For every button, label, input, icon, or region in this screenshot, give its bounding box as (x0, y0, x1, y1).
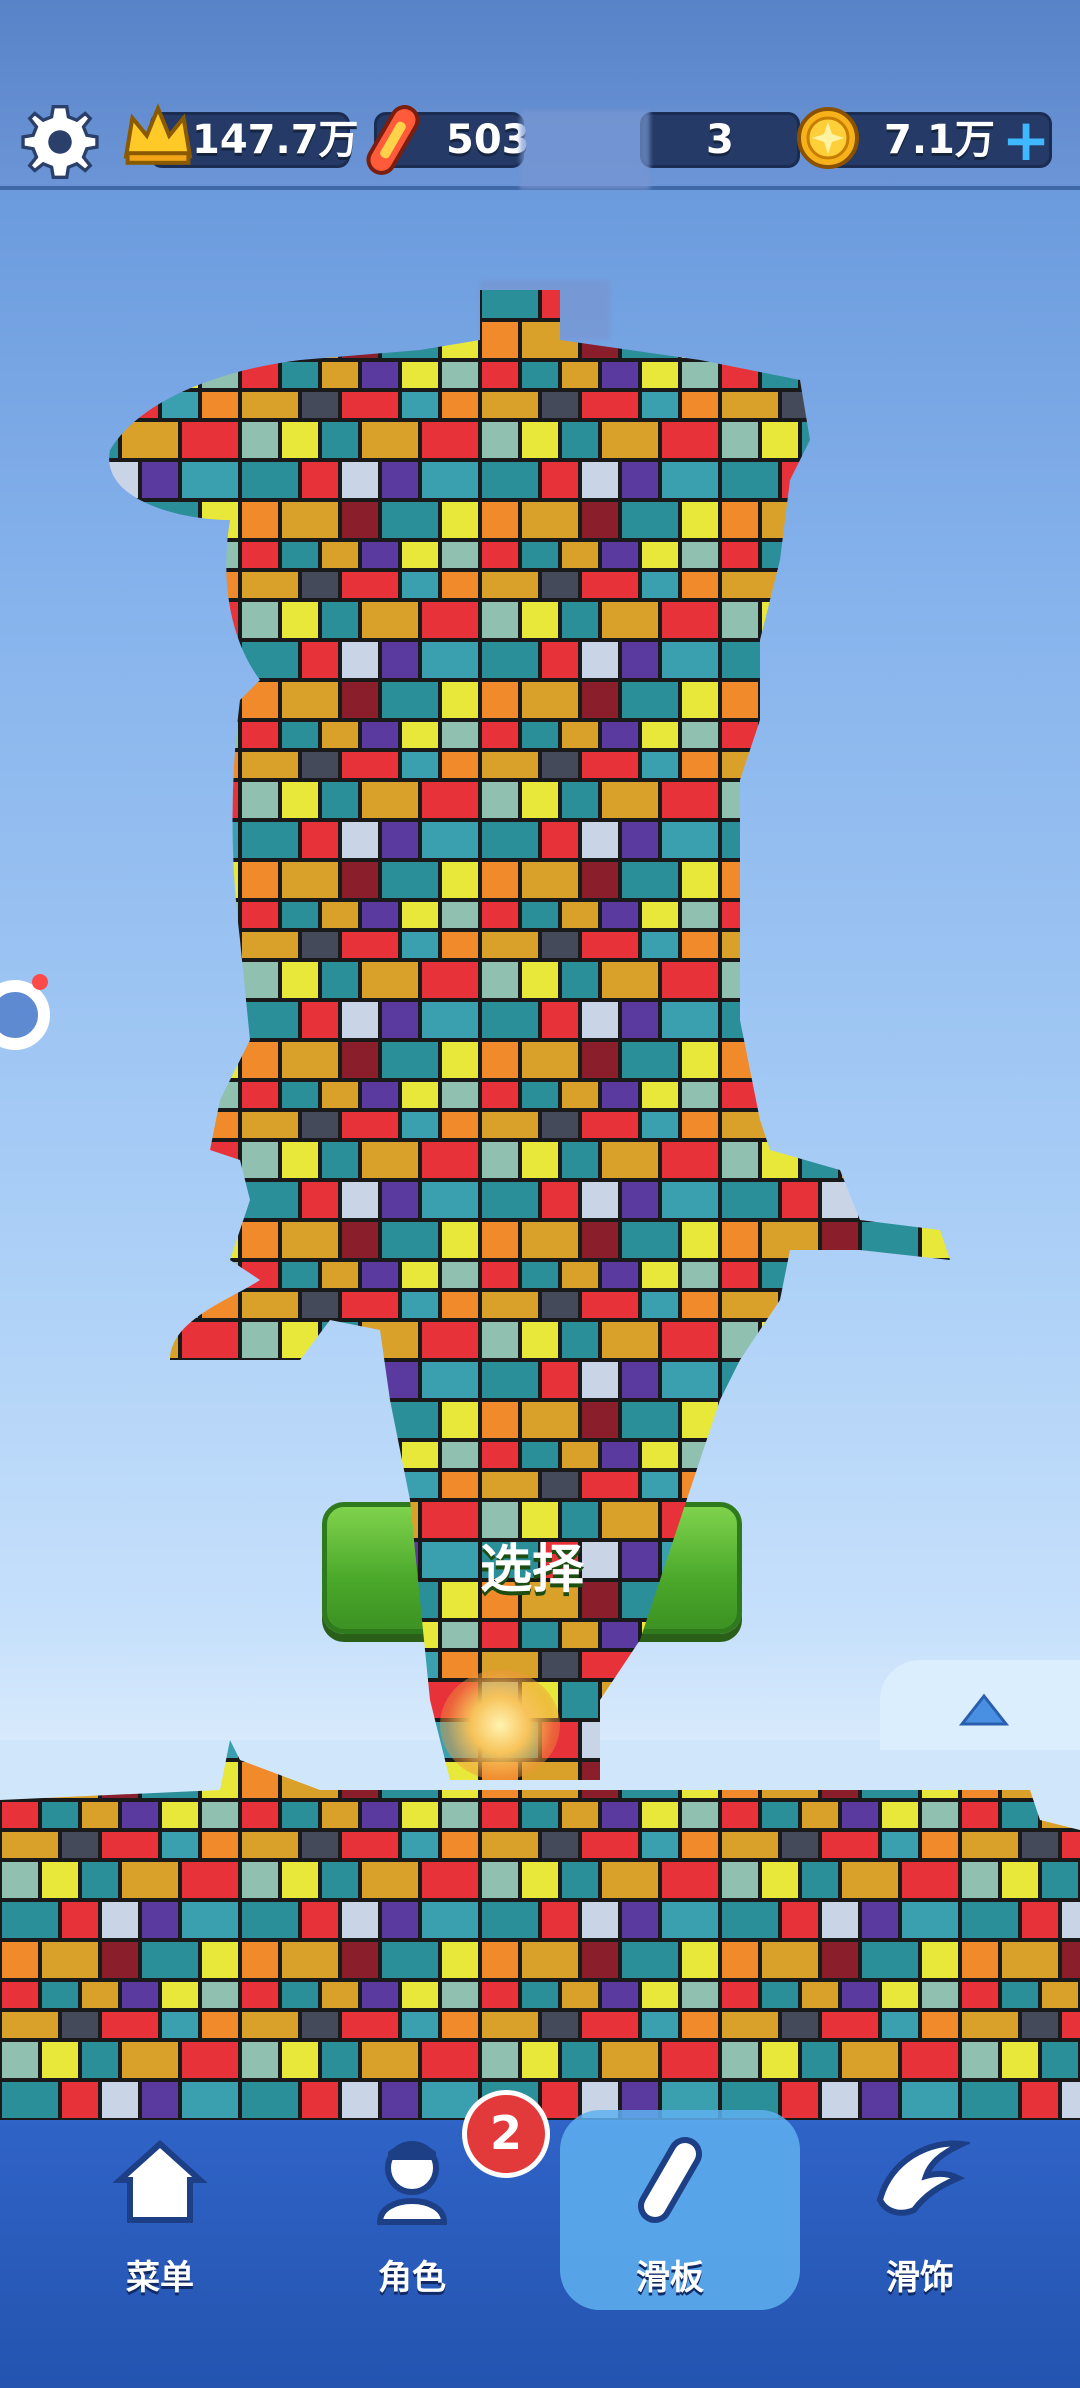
skateboard-icon (638, 2137, 702, 2223)
nav-label: 滑饰 (886, 2258, 954, 2298)
character-mosaic (0, 290, 1080, 2300)
nav-label: 菜单 (126, 2258, 194, 2298)
nav-item-skateboard[interactable]: 滑板 (570, 2130, 770, 2310)
explosion-effect (440, 1670, 560, 1780)
nav-item-menu[interactable]: 菜单 (60, 2130, 260, 2310)
nav-item-decoration[interactable]: 滑饰 (820, 2130, 1020, 2310)
character-icon (376, 2141, 448, 2225)
nav-label: 滑板 (636, 2258, 704, 2298)
wings-icon (876, 2140, 970, 2216)
notification-badge: 2 (462, 2090, 550, 2178)
select-button-label[interactable]: 选择 (322, 1530, 742, 1610)
nav-label: 角色 (378, 2258, 446, 2298)
home-icon (112, 2139, 208, 2223)
